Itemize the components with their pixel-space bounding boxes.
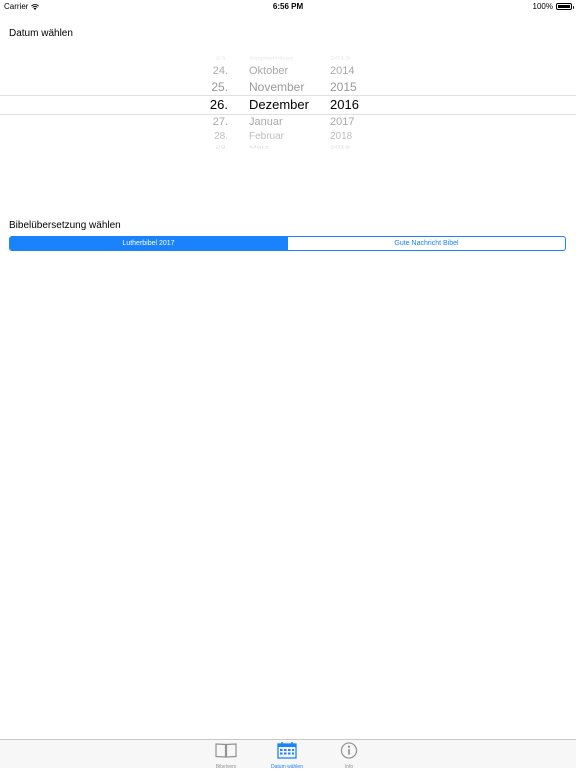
translation-section-title: Bibelübersetzung wählen bbox=[9, 220, 121, 231]
translation-segmented-control[interactable]: Lutherbibel 2017 Gute Nachricht Bibel bbox=[9, 236, 566, 251]
picker-month-selected[interactable]: Dezember bbox=[249, 97, 309, 112]
picker-year[interactable]: 2013 bbox=[330, 55, 350, 61]
picker-day[interactable]: 29. bbox=[215, 144, 228, 150]
picker-day[interactable]: 28. bbox=[214, 131, 228, 142]
segment-lutherbibel[interactable]: Lutherbibel 2017 bbox=[10, 237, 287, 250]
picker-year[interactable]: 2019 bbox=[330, 144, 350, 150]
picker-selection-top-line bbox=[0, 95, 576, 96]
picker-month[interactable]: September bbox=[249, 55, 293, 61]
picker-day-selected[interactable]: 26. bbox=[210, 97, 228, 112]
tab-bar: Bibelvers Datum wählen Info bbox=[0, 739, 576, 768]
picker-selection-bottom-line bbox=[0, 114, 576, 115]
picker-day[interactable]: 25. bbox=[211, 80, 228, 94]
picker-day[interactable]: 27. bbox=[213, 116, 228, 128]
tab-datum-waehlen[interactable]: Datum wählen bbox=[262, 740, 312, 768]
book-icon bbox=[201, 742, 251, 764]
picker-month[interactable]: Februar bbox=[249, 131, 284, 142]
battery-icon bbox=[556, 3, 572, 10]
picker-day[interactable]: 24. bbox=[213, 65, 228, 77]
battery-percent: 100% bbox=[533, 0, 553, 13]
segment-gute-nachricht[interactable]: Gute Nachricht Bibel bbox=[287, 237, 565, 250]
picker-year[interactable]: 2014 bbox=[330, 65, 354, 77]
picker-day[interactable]: 23. bbox=[215, 55, 228, 61]
picker-month[interactable]: März bbox=[249, 144, 269, 150]
status-right: 100% bbox=[533, 0, 572, 13]
picker-year[interactable]: 2018 bbox=[330, 131, 352, 142]
picker-month[interactable]: November bbox=[249, 80, 304, 94]
picker-year[interactable]: 2015 bbox=[330, 80, 357, 94]
picker-year-selected[interactable]: 2016 bbox=[330, 97, 359, 112]
picker-month[interactable]: Oktober bbox=[249, 65, 288, 77]
picker-year[interactable]: 2017 bbox=[330, 116, 354, 128]
tab-info[interactable]: Info bbox=[324, 740, 374, 768]
calendar-icon bbox=[262, 742, 312, 764]
tab-label: Datum wählen bbox=[262, 764, 312, 770]
tab-label: Info bbox=[324, 764, 374, 770]
tab-bibelvers[interactable]: Bibelvers bbox=[201, 740, 251, 768]
tab-label: Bibelvers bbox=[201, 764, 251, 770]
picker-month[interactable]: Januar bbox=[249, 116, 283, 128]
date-section-title: Datum wählen bbox=[9, 28, 73, 39]
status-time: 6:56 PM bbox=[0, 0, 576, 13]
date-picker[interactable]: 23. September 2013 24. Oktober 2014 25. … bbox=[0, 54, 576, 154]
status-bar: Carrier 6:56 PM 100% bbox=[0, 0, 576, 13]
info-icon bbox=[324, 742, 374, 764]
